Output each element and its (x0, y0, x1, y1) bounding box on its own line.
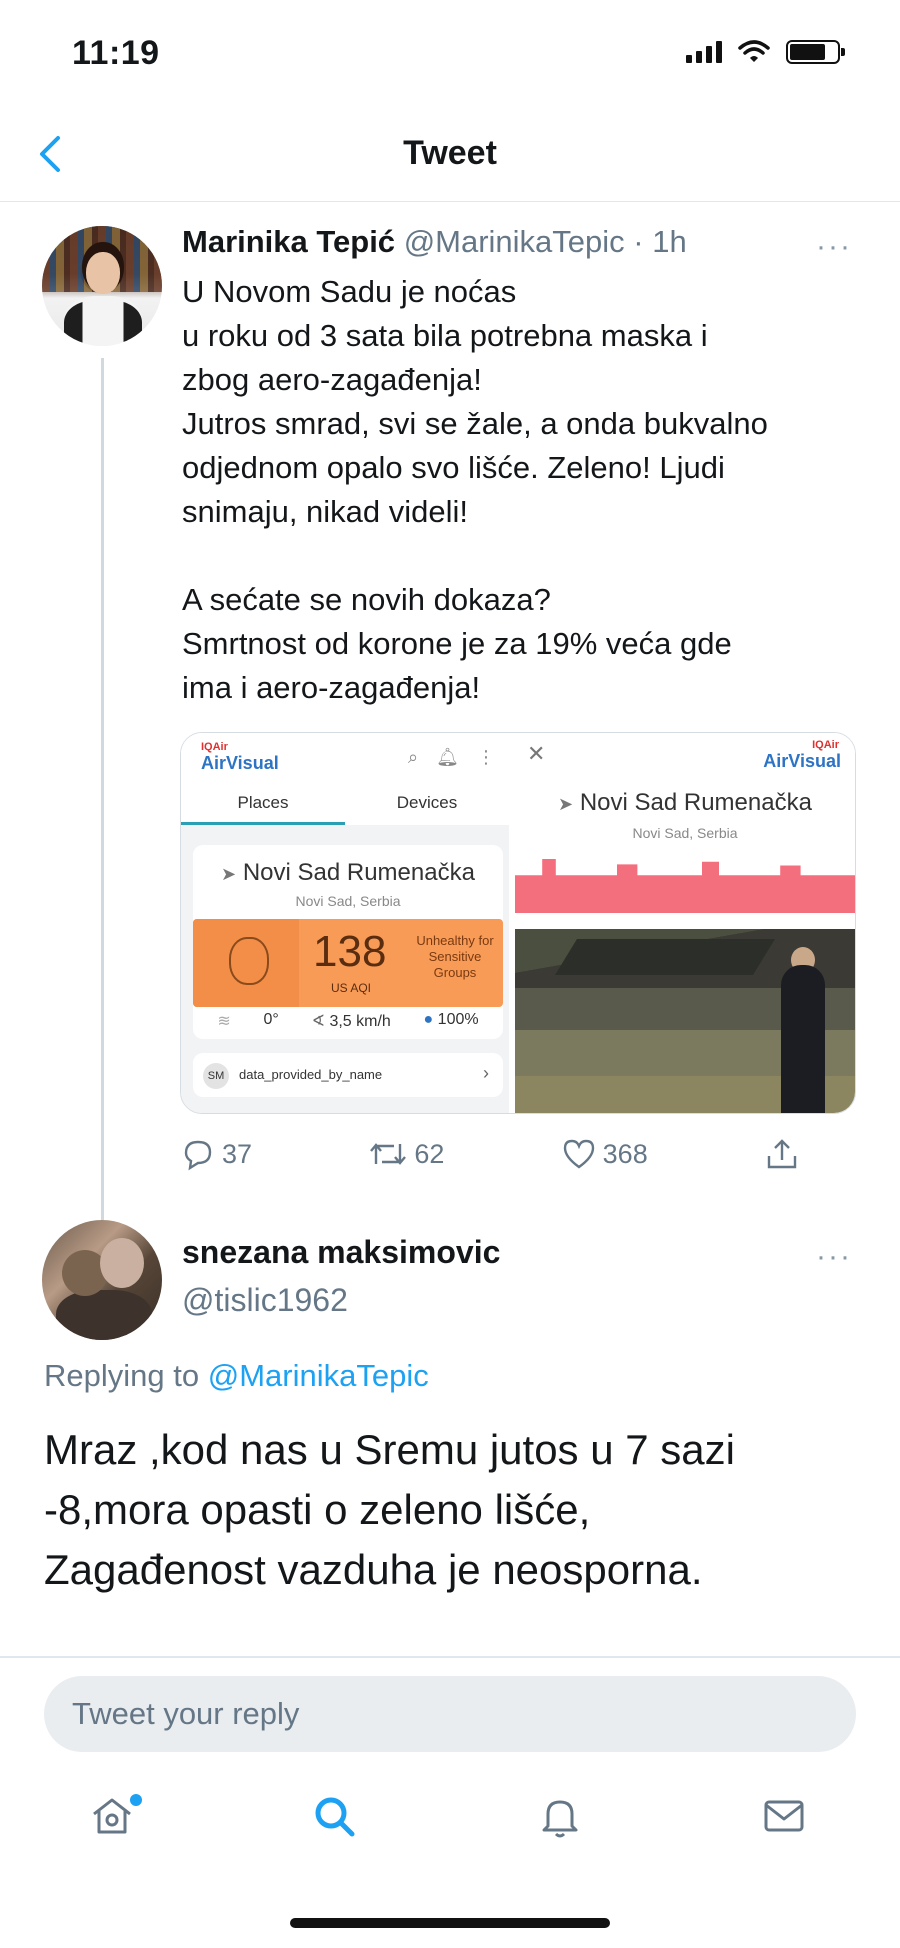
reply-button[interactable]: 37 (180, 1134, 252, 1174)
search-icon (315, 1797, 355, 1837)
wind: ∢ 3,5 km/h (311, 1013, 391, 1030)
tab-messages[interactable] (760, 1792, 820, 1852)
provider-badge: SM (203, 1063, 229, 1089)
separator-dot: · (624, 224, 653, 259)
reply-count: 37 (222, 1138, 253, 1169)
status-time: 11:19 (72, 34, 160, 72)
drop-icon: ● (423, 1011, 434, 1028)
iqair-logo: IQAir (201, 741, 228, 753)
weather-row: ≋ 0° ∢ 3,5 km/h ● 100% (193, 1011, 503, 1037)
thread-line (101, 358, 104, 1220)
location-arrow-icon: ➤ (221, 864, 237, 884)
aqi-box: 138 US AQI Unhealthy for Sensitive Group… (193, 919, 503, 1007)
station-sub: Novi Sad, Serbia (632, 825, 738, 841)
airvisual-topbar: IQAir AirVisual ⌕ 🔔︎ ⋮ Places Devices (181, 733, 509, 825)
tweet-media[interactable]: IQAir AirVisual ⌕ 🔔︎ ⋮ Places Devices ➤ … (180, 732, 856, 1114)
bell-icon: 🔔︎ (436, 747, 459, 767)
media-image-airvisual-places[interactable]: IQAir AirVisual ⌕ 🔔︎ ⋮ Places Devices ➤ … (181, 733, 515, 1113)
tab-places: Places (181, 783, 345, 825)
fog-icon: ≋ (217, 1013, 231, 1030)
humidity: ● 100% (423, 1011, 479, 1028)
like-count: 368 (602, 1138, 648, 1169)
retweet-button[interactable]: 62 (368, 1134, 444, 1174)
divider (0, 1656, 900, 1658)
home-indicator (290, 1918, 610, 1928)
heart-icon (563, 1139, 594, 1169)
aqi-value: 138 (313, 927, 387, 976)
airvisual-logo: AirVisual (763, 751, 841, 771)
replying-to: Replying to @MarinikaTepic (44, 1358, 429, 1393)
author-name[interactable]: snezana maksimovic (182, 1234, 500, 1271)
replying-to-link[interactable]: @MarinikaTepic (208, 1358, 429, 1393)
bottom-tab-bar (0, 1780, 900, 1880)
bell-icon (542, 1800, 578, 1838)
tab-notifications[interactable] (536, 1792, 596, 1852)
media-image-airvisual-station[interactable]: ✕ IQAir AirVisual ➤ Novi Sad Rumenačka N… (515, 733, 855, 1113)
location-name: ➤ Novi Sad Rumenačka (221, 859, 475, 886)
avatar[interactable] (42, 226, 162, 346)
more-options-icon[interactable]: ··· (816, 1240, 852, 1274)
nav-header: Tweet (0, 110, 900, 202)
temperature: 0° (263, 1011, 279, 1028)
street-photo (515, 929, 855, 1113)
tweet-header: Marinika Tepić @MarinikaTepic · 1h (182, 224, 687, 260)
location-sub: Novi Sad, Serbia (295, 893, 401, 909)
notification-dot (130, 1794, 142, 1806)
tweet-time: 1h (652, 224, 687, 259)
reply-input[interactable] (44, 1676, 856, 1752)
wind-icon: ∢ (311, 1013, 325, 1030)
status-bar: 11:19 (0, 0, 900, 110)
tab-home[interactable] (88, 1792, 148, 1852)
comment-icon (184, 1140, 212, 1171)
page-title: Tweet (403, 134, 497, 172)
author-handle[interactable]: @tislic1962 (182, 1282, 348, 1319)
author-name[interactable]: Marinika Tepić (182, 224, 395, 259)
avatar[interactable] (42, 1220, 162, 1340)
aqi-unit: US AQI (331, 981, 372, 995)
face-icon (193, 919, 299, 1007)
airvisual-tabs: Places Devices (181, 783, 509, 825)
share-icon (767, 1139, 797, 1169)
tweet-text: U Novom Sadu je noćas u roku od 3 sata b… (182, 274, 768, 705)
aqi-label: Unhealthy for Sensitive Groups (416, 933, 494, 980)
like-button[interactable]: 368 (561, 1134, 648, 1174)
more-options-icon[interactable]: ··· (816, 230, 852, 264)
iqair-logo: IQAir (812, 739, 839, 751)
home-icon (93, 1798, 131, 1834)
close-icon: ✕ (527, 741, 546, 766)
author-handle[interactable]: @MarinikaTepic (404, 224, 625, 259)
mail-icon (764, 1800, 804, 1832)
wifi-icon (738, 40, 770, 62)
provider-row: SM data_provided_by_name › (193, 1053, 503, 1097)
tab-search[interactable] (310, 1792, 370, 1852)
battery-icon (786, 40, 845, 64)
tab-devices: Devices (396, 793, 458, 812)
aqi-card: ➤ Novi Sad Rumenačka Novi Sad, Serbia 13… (193, 845, 503, 1039)
provider-name: data_provided_by_name (239, 1067, 383, 1082)
kebab-menu-icon: ⋮ (477, 747, 495, 767)
cellular-signal-icon (686, 41, 722, 63)
status-icons (686, 40, 845, 64)
location-arrow-icon: ➤ (558, 794, 574, 814)
retweet-icon (370, 1143, 407, 1165)
retweet-count: 62 (414, 1138, 445, 1169)
station-location: ➤ Novi Sad Rumenačka (558, 789, 812, 816)
airvisual-logo: AirVisual (201, 753, 279, 773)
search-icon: ⌕ (408, 747, 419, 767)
tweet-actions: 37 62 368 (180, 1134, 800, 1174)
reply-text: Mraz ,kod nas u Sremu jutos u 7 sazi -8,… (44, 1426, 735, 1593)
share-button[interactable] (764, 1134, 800, 1174)
chevron-right-icon: › (483, 1063, 489, 1083)
